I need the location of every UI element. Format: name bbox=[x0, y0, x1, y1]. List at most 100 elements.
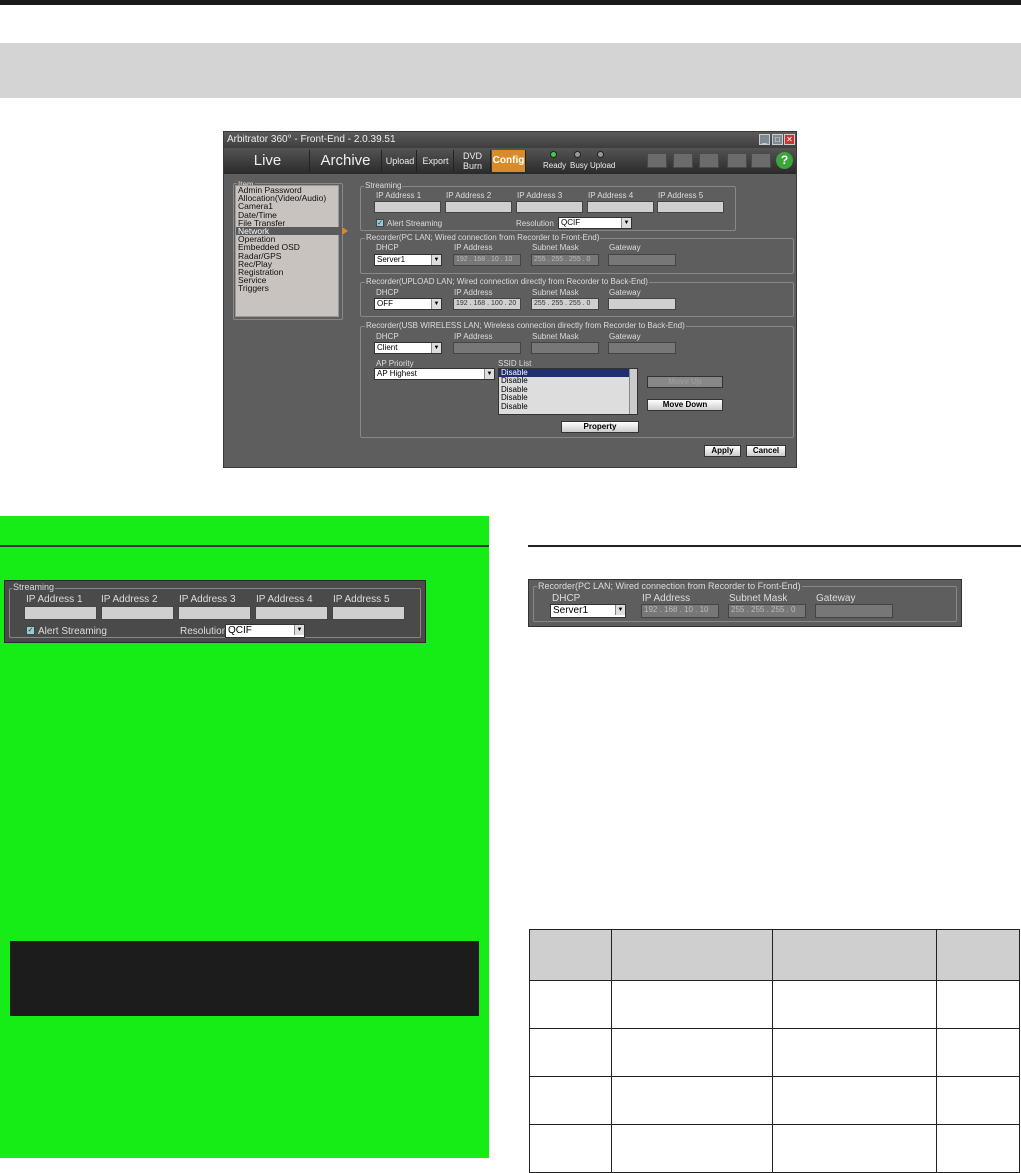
tab-live[interactable]: Live bbox=[226, 150, 310, 172]
closeup-ip-1-label: IP Address 1 bbox=[26, 594, 83, 605]
closeup-alert-label: Alert Streaming bbox=[38, 626, 107, 637]
ap-priority-label: AP Priority bbox=[376, 359, 414, 368]
apply-button[interactable]: Apply bbox=[704, 445, 741, 457]
upload-lan-ip-field[interactable]: 192 . 168 . 100 . 20 bbox=[453, 298, 521, 310]
pc-lan-gateway-field[interactable] bbox=[608, 254, 676, 266]
ip-address-2-field[interactable] bbox=[445, 201, 512, 213]
pc-lan-closeup-gateway-field[interactable] bbox=[815, 604, 893, 618]
ap-priority-dropdown[interactable]: AP Highest bbox=[374, 368, 495, 380]
monitor-icon[interactable] bbox=[647, 153, 667, 168]
pc-lan-closeup-ip-label: IP Address bbox=[642, 593, 691, 604]
ready-led-icon bbox=[550, 151, 557, 158]
upload-lan-mask-field[interactable]: 255 . 255 . 255 . 0 bbox=[531, 298, 599, 310]
table-cell bbox=[772, 1076, 938, 1125]
camera-icon[interactable] bbox=[673, 153, 693, 168]
table-row bbox=[529, 1124, 1020, 1173]
prev-icon[interactable] bbox=[727, 153, 747, 168]
tools-icon[interactable] bbox=[699, 153, 719, 168]
tab-archive[interactable]: Archive bbox=[310, 150, 382, 172]
usb-wlan-gateway-label: Gateway bbox=[609, 332, 641, 341]
usb-wlan-dhcp-dropdown[interactable]: Client bbox=[374, 342, 442, 354]
table-cell bbox=[772, 1124, 938, 1173]
ip-address-4-field[interactable] bbox=[587, 201, 654, 213]
cancel-button[interactable]: Cancel bbox=[746, 445, 786, 457]
top-rule bbox=[0, 0, 1021, 5]
upload-lan-label: Recorder(UPLOAD LAN; Wired connection di… bbox=[365, 277, 649, 286]
pc-lan-closeup-ip-field[interactable]: 192 . 168 . 10 . 10 bbox=[641, 604, 719, 618]
resolution-dropdown[interactable]: QCIF bbox=[558, 217, 632, 229]
table-cell bbox=[936, 1124, 1020, 1173]
help-icon[interactable]: ? bbox=[776, 152, 793, 169]
property-button[interactable]: Property bbox=[561, 421, 639, 433]
streaming-closeup: Streaming IP Address 1 IP Address 2 IP A… bbox=[4, 580, 426, 643]
usb-wlan-gateway-field[interactable] bbox=[608, 342, 676, 354]
pc-lan-closeup: Recorder(PC LAN; Wired connection from R… bbox=[528, 579, 962, 627]
dvd-label-line1: DVD bbox=[462, 151, 482, 161]
upload-lan-gateway-label: Gateway bbox=[609, 288, 641, 297]
close-icon[interactable]: ✕ bbox=[784, 134, 795, 145]
alert-streaming-checkbox[interactable]: ✓ bbox=[376, 219, 384, 227]
main-toolbar: Live Archive Upload Export DVD Burn Confi… bbox=[224, 148, 796, 174]
ssid-list[interactable]: Disable Disable Disable Disable Disable bbox=[498, 368, 638, 415]
tab-export[interactable]: Export bbox=[418, 150, 454, 172]
closeup-resolution-label: Resolution bbox=[180, 626, 228, 637]
table-cell bbox=[936, 980, 1020, 1029]
ip-address-1-label: IP Address 1 bbox=[376, 191, 422, 200]
closeup-resolution-dropdown[interactable]: QCIF bbox=[225, 624, 305, 638]
closeup-ip-4-field[interactable] bbox=[255, 606, 328, 620]
table-row bbox=[529, 1028, 1020, 1077]
ip-address-3-field[interactable] bbox=[516, 201, 583, 213]
list-item[interactable]: Triggers bbox=[236, 284, 338, 293]
upload-lan-gateway-field[interactable] bbox=[608, 298, 676, 310]
pc-lan-closeup-mask-field[interactable]: 255 . 255 . 255 . 0 bbox=[728, 604, 806, 618]
ip-address-5-field[interactable] bbox=[657, 201, 724, 213]
table-cell bbox=[936, 1028, 1020, 1077]
closeup-ip-2-field[interactable] bbox=[101, 606, 174, 620]
table-header-cell bbox=[936, 929, 1020, 981]
item-list[interactable]: Admin Password Allocation(Video/Audio) C… bbox=[235, 185, 348, 317]
table-cell bbox=[529, 1124, 612, 1173]
table-header-cell bbox=[610, 929, 774, 981]
pc-lan-dhcp-dropdown[interactable]: Server1 bbox=[374, 254, 442, 266]
table-cell bbox=[529, 1028, 612, 1077]
pc-lan-ip-field[interactable]: 192 . 168 . 10 . 10 bbox=[453, 254, 521, 266]
right-column-rule bbox=[528, 545, 1021, 547]
move-down-button[interactable]: Move Down bbox=[647, 399, 723, 411]
closeup-alert-checkbox[interactable]: ✓ bbox=[26, 626, 35, 635]
ssid-item[interactable]: Disable bbox=[499, 402, 637, 411]
pc-lan-closeup-dhcp-dropdown[interactable]: Server1 bbox=[550, 604, 626, 618]
pc-lan-ip-label: IP Address bbox=[454, 243, 493, 252]
pc-lan-mask-field[interactable]: 255 . 255 . 255 . 0 bbox=[531, 254, 599, 266]
note-box bbox=[10, 941, 479, 1016]
pc-lan-label: Recorder(PC LAN; Wired connection from R… bbox=[365, 233, 601, 242]
maximize-icon[interactable]: □ bbox=[772, 134, 783, 145]
pc-lan-closeup-dhcp-label: DHCP bbox=[552, 593, 581, 604]
ip-address-5-label: IP Address 5 bbox=[658, 191, 704, 200]
upload-lan-dhcp-dropdown[interactable]: OFF bbox=[374, 298, 442, 310]
tab-config[interactable]: Config bbox=[492, 150, 526, 172]
table-cell bbox=[610, 980, 774, 1029]
minimize-icon[interactable]: _ bbox=[759, 134, 770, 145]
closeup-ip-5-field[interactable] bbox=[332, 606, 405, 620]
closeup-ip-3-field[interactable] bbox=[178, 606, 251, 620]
usb-wlan-ip-field[interactable] bbox=[453, 342, 521, 354]
tab-upload[interactable]: Upload bbox=[384, 150, 417, 172]
next-icon[interactable] bbox=[751, 153, 771, 168]
pc-lan-gateway-label: Gateway bbox=[609, 243, 641, 252]
usb-wlan-mask-field[interactable] bbox=[531, 342, 599, 354]
table-row bbox=[529, 980, 1020, 1029]
pc-lan-closeup-label: Recorder(PC LAN; Wired connection from R… bbox=[537, 581, 802, 591]
tab-dvd-burn[interactable]: DVD Burn bbox=[455, 150, 491, 172]
app-window: Arbitrator 360° - Front-End - 2.0.39.51 … bbox=[223, 131, 797, 468]
ip-address-3-label: IP Address 3 bbox=[517, 191, 563, 200]
ready-label: Ready bbox=[543, 161, 567, 170]
table-cell bbox=[610, 1076, 774, 1125]
pc-lan-closeup-mask-label: Subnet Mask bbox=[729, 593, 788, 604]
move-up-button[interactable]: Move Up bbox=[647, 376, 723, 388]
pc-lan-mask-label: Subnet Mask bbox=[532, 243, 579, 252]
ssid-scrollbar[interactable] bbox=[629, 369, 637, 414]
upload-lan-mask-label: Subnet Mask bbox=[532, 288, 579, 297]
ip-address-1-field[interactable] bbox=[374, 201, 441, 213]
closeup-ip-1-field[interactable] bbox=[24, 606, 97, 620]
list-item-selected[interactable]: Network bbox=[236, 227, 348, 235]
